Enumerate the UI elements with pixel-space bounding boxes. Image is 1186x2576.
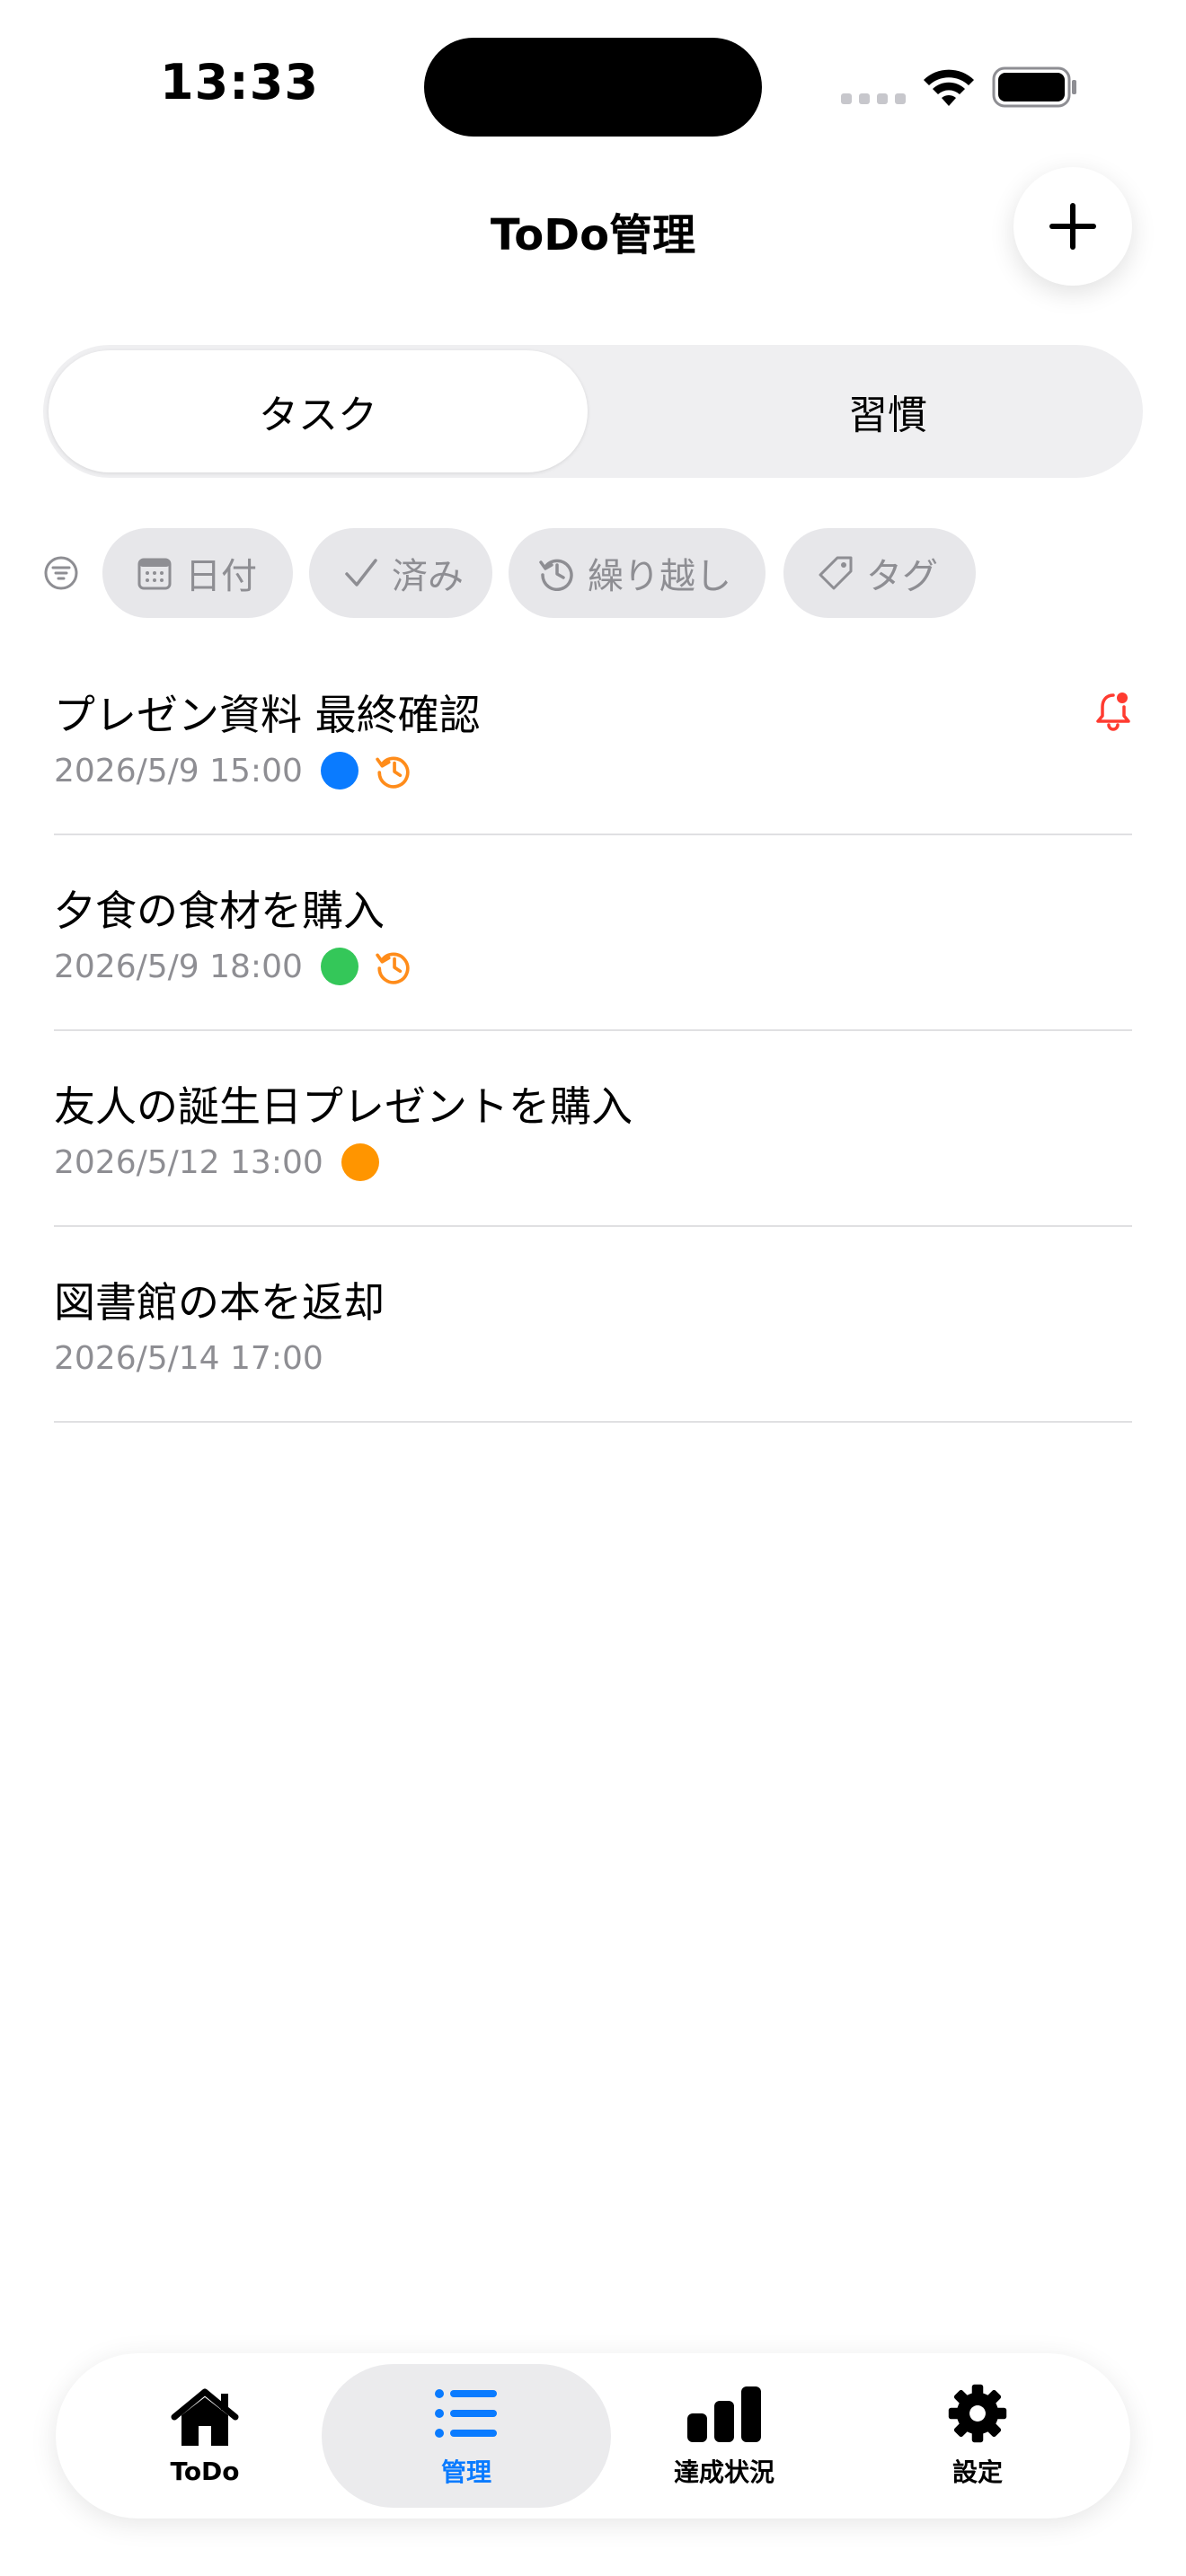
reminder-bell-icon	[1096, 693, 1130, 731]
segment-habits[interactable]: 習慣	[636, 350, 1139, 472]
tab-manage[interactable]: 管理	[341, 2353, 592, 2519]
task-list: プレゼン資料 最終確認 2026/5/9 15:00 夕食の食材を購入 2026…	[54, 640, 1132, 1423]
filter-chip-carry-over[interactable]: 繰り越し	[509, 528, 766, 618]
segmented-control: タスク 習慣	[43, 345, 1143, 478]
tab-bar: ToDo 管理 達成状況 設定	[56, 2353, 1130, 2519]
house-icon	[171, 2388, 239, 2446]
wifi-icon	[924, 69, 974, 106]
add-task-button[interactable]	[1013, 167, 1132, 286]
plus-icon	[1049, 203, 1096, 250]
check-icon	[345, 559, 377, 587]
task-title: プレゼン資料 最終確認	[54, 691, 481, 739]
cellular-signal-icon	[841, 93, 906, 106]
carry-over-icon	[376, 952, 410, 984]
list-icon	[435, 2389, 497, 2438]
dynamic-island	[424, 38, 762, 137]
status-time: 13:33	[160, 54, 319, 110]
battery-icon	[992, 66, 1076, 108]
filter-chip-done[interactable]: 済み	[309, 528, 492, 618]
tag-icon	[819, 556, 853, 590]
task-row[interactable]: プレゼン資料 最終確認 2026/5/9 15:00	[54, 640, 1132, 835]
task-title: 夕食の食材を購入	[54, 887, 385, 935]
task-date: 2026/5/12 13:00	[54, 1143, 323, 1181]
tab-todo-label: ToDo	[170, 2456, 240, 2486]
filter-chip-carry-over-label: 繰り越し	[588, 556, 731, 597]
filter-chip-date[interactable]: 日付	[102, 528, 293, 618]
task-row[interactable]: 友人の誕生日プレゼントを購入 2026/5/12 13:00	[54, 1031, 1132, 1227]
tag-color-dot	[320, 752, 358, 790]
segment-tasks[interactable]: タスク	[49, 350, 588, 472]
task-row[interactable]: 図書館の本を返却 2026/5/14 17:00	[54, 1227, 1132, 1423]
tab-settings[interactable]: 設定	[852, 2353, 1103, 2519]
tab-manage-label: 管理	[440, 2457, 491, 2487]
page-title: ToDo管理	[490, 210, 696, 260]
tab-progress[interactable]: 達成状況	[598, 2353, 850, 2519]
task-title: 友人の誕生日プレゼントを購入	[54, 1082, 633, 1131]
status-bar: 13:33	[0, 0, 1186, 171]
filter-chip-done-label: 済み	[392, 556, 464, 597]
task-date: 2026/5/14 17:00	[54, 1339, 323, 1377]
carry-over-icon	[376, 756, 410, 789]
tag-color-dot	[341, 1143, 379, 1181]
tab-progress-label: 達成状況	[673, 2457, 774, 2487]
task-title: 図書館の本を返却	[54, 1278, 385, 1327]
task-meta: 2026/5/9 15:00	[54, 749, 412, 792]
tag-color-dot	[320, 948, 358, 985]
gear-icon	[948, 2384, 1007, 2443]
task-meta: 2026/5/9 18:00	[54, 945, 412, 988]
filter-chip-tag[interactable]: タグ	[783, 528, 976, 618]
task-row[interactable]: 夕食の食材を購入 2026/5/9 18:00	[54, 835, 1132, 1031]
calendar-icon	[137, 558, 172, 590]
filter-chip-date-label: 日付	[185, 556, 257, 597]
task-date: 2026/5/9 18:00	[54, 948, 303, 985]
tab-todo[interactable]: ToDo	[79, 2353, 331, 2519]
task-date: 2026/5/9 15:00	[54, 752, 303, 790]
filter-icon[interactable]	[43, 555, 79, 591]
chart-icon	[687, 2386, 761, 2442]
history-icon	[539, 559, 573, 591]
task-meta: 2026/5/12 13:00	[54, 1141, 395, 1184]
filter-chip-tag-label: タグ	[866, 556, 938, 597]
task-meta: 2026/5/14 17:00	[54, 1337, 341, 1380]
tab-settings-label: 設定	[951, 2457, 1003, 2487]
